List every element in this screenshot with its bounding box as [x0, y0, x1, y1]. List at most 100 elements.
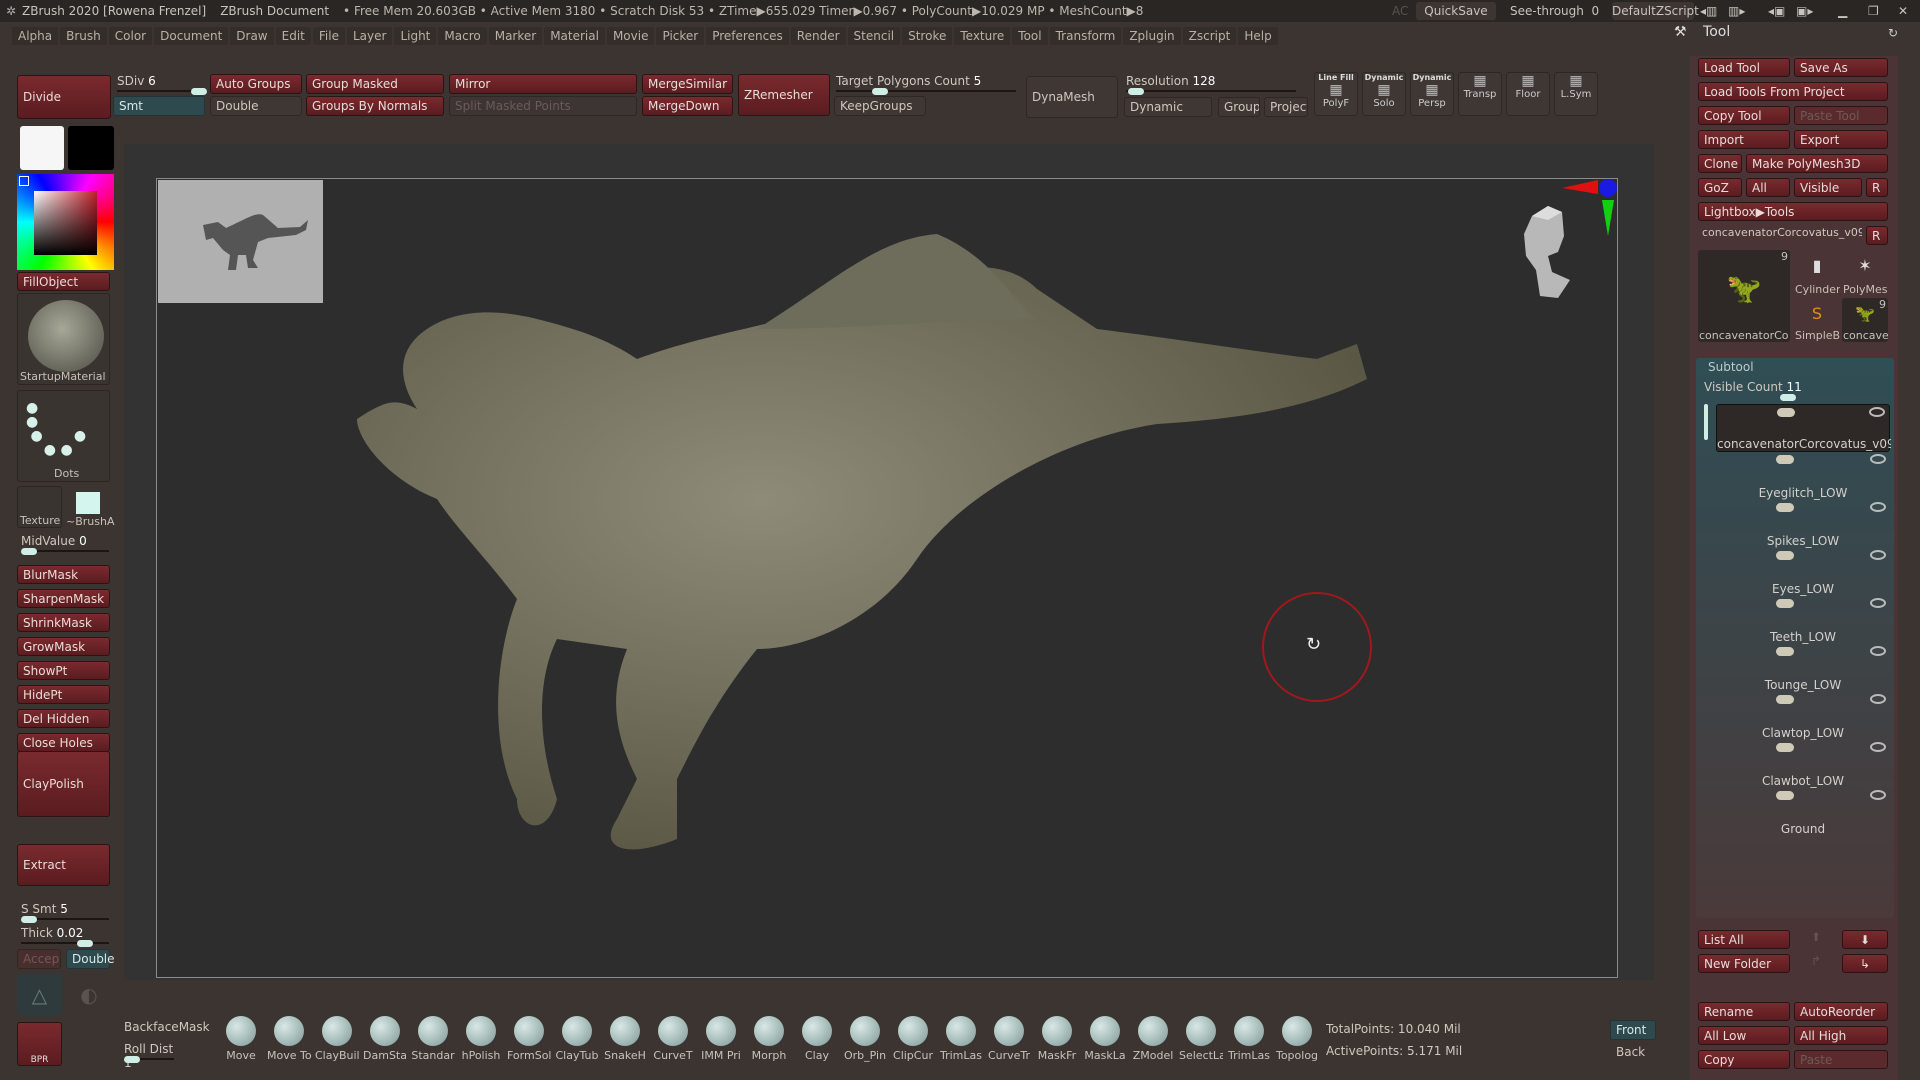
- brush-20[interactable]: SelectLa: [1179, 1016, 1223, 1062]
- lightbox-tools-button[interactable]: Lightbox▶Tools: [1698, 202, 1888, 221]
- brush-4[interactable]: Standar: [411, 1016, 455, 1062]
- menu-transform[interactable]: Transform: [1049, 27, 1122, 45]
- rename-button[interactable]: Rename: [1698, 1002, 1790, 1021]
- move-down-icon[interactable]: ⬇: [1842, 930, 1888, 949]
- brush-15[interactable]: TrimLas: [939, 1016, 983, 1062]
- menu-layer[interactable]: Layer: [346, 27, 393, 45]
- goz-visible-button[interactable]: Visible: [1794, 178, 1862, 197]
- copy-tool-button[interactable]: Copy Tool: [1698, 106, 1790, 125]
- minimize-icon[interactable]: ▁: [1838, 4, 1847, 18]
- menu-light[interactable]: Light: [394, 27, 437, 45]
- triangle-circle-icon[interactable]: △: [17, 974, 62, 1016]
- subtool-item[interactable]: Clawtop_LOW: [1716, 692, 1890, 740]
- menu-stencil[interactable]: Stencil: [847, 27, 901, 45]
- eye-icon[interactable]: [1870, 598, 1886, 608]
- restore-icon[interactable]: ❐: [1868, 4, 1879, 18]
- subtool-polypaint-toggle[interactable]: [1776, 503, 1794, 512]
- document-canvas[interactable]: [156, 178, 1618, 978]
- subtool-polypaint-toggle[interactable]: [1776, 599, 1794, 608]
- stroke-picker[interactable]: ● ● ● ● ● ● Dots: [17, 390, 110, 482]
- zremesher-button[interactable]: ZRemesher: [738, 74, 830, 116]
- accept-button[interactable]: Accept: [17, 949, 61, 969]
- make-polymesh3d-button[interactable]: Make PolyMesh3D: [1746, 154, 1888, 173]
- menu-render[interactable]: Render: [790, 27, 846, 45]
- brush-12[interactable]: Clay: [795, 1016, 839, 1062]
- subtool-item[interactable]: Spikes_LOW: [1716, 500, 1890, 548]
- menu-zscript[interactable]: Zscript: [1182, 27, 1237, 45]
- export-button[interactable]: Export: [1794, 130, 1888, 149]
- goz-all-button[interactable]: All: [1746, 178, 1790, 197]
- floor-button[interactable]: ▦ Floor: [1506, 72, 1550, 116]
- menu-picker[interactable]: Picker: [656, 27, 705, 45]
- brush-18[interactable]: MaskLa: [1083, 1016, 1127, 1062]
- saturation-value-square[interactable]: [34, 191, 97, 255]
- growmask-button[interactable]: GrowMask: [17, 637, 110, 656]
- subtool-scrollbar[interactable]: [1704, 404, 1708, 440]
- eye-icon[interactable]: [1870, 646, 1886, 656]
- front-toggle[interactable]: Front: [1610, 1020, 1656, 1040]
- lsym-button[interactable]: ▦ L.Sym: [1554, 72, 1598, 116]
- paste-subtool-button[interactable]: Paste: [1794, 1050, 1888, 1069]
- project-toggle[interactable]: Project: [1264, 97, 1308, 117]
- eye-icon[interactable]: [1870, 790, 1886, 800]
- tool-thumb-1[interactable]: ▮ Cylinder: [1794, 250, 1840, 296]
- all-low-button[interactable]: All Low: [1698, 1026, 1790, 1045]
- texture-picker[interactable]: Texture: [17, 486, 62, 528]
- eye-icon[interactable]: [1869, 407, 1885, 417]
- goz-r-button[interactable]: R: [1866, 178, 1888, 197]
- subtool-item[interactable]: concavenatorCorcovatus_v09_l: [1716, 404, 1891, 452]
- persp-button[interactable]: Dynamic ▦ Persp: [1410, 72, 1454, 116]
- all-high-button[interactable]: All High: [1794, 1026, 1888, 1045]
- load-tool-button[interactable]: Load Tool: [1698, 58, 1790, 77]
- default-zscript-button[interactable]: DefaultZScript: [1612, 2, 1699, 20]
- subtool-polypaint-toggle[interactable]: [1776, 743, 1794, 752]
- spiral-circle-icon[interactable]: ◐: [68, 974, 110, 1016]
- brush-11[interactable]: Morph: [747, 1016, 791, 1062]
- quicksave-button[interactable]: QuickSave: [1416, 2, 1496, 20]
- brush-6[interactable]: FormSol: [507, 1016, 551, 1062]
- brush-2[interactable]: ClayBuil: [315, 1016, 359, 1062]
- merge-similar-button[interactable]: MergeSimilar: [642, 74, 733, 94]
- menu-texture[interactable]: Texture: [954, 27, 1011, 45]
- close-holes-button[interactable]: Close Holes: [17, 733, 110, 752]
- subtool-item[interactable]: Tounge_LOW: [1716, 644, 1890, 692]
- back-toggle[interactable]: Back: [1610, 1042, 1656, 1062]
- menu-brush[interactable]: Brush: [60, 27, 107, 45]
- tool-thumb-4[interactable]: 9 🦖 concave: [1842, 298, 1888, 342]
- menu-document[interactable]: Document: [154, 27, 229, 45]
- thick-slider[interactable]: Thick 0.02: [21, 926, 109, 947]
- brush-10[interactable]: IMM Pri: [699, 1016, 743, 1062]
- menu-macro[interactable]: Macro: [438, 27, 487, 45]
- sharpenmask-button[interactable]: SharpenMask: [17, 589, 110, 608]
- eye-icon[interactable]: [1870, 694, 1886, 704]
- goz-button[interactable]: GoZ: [1698, 178, 1742, 197]
- dynamic-toggle[interactable]: Dynamic: [1124, 97, 1212, 117]
- material-picker[interactable]: StartupMaterial: [17, 293, 110, 385]
- fill-object-button[interactable]: FillObject: [17, 272, 110, 291]
- secondary-color-swatch[interactable]: [68, 126, 114, 170]
- dynamesh-button[interactable]: DynaMesh: [1026, 76, 1118, 118]
- tool-thumb-0[interactable]: 9 🦖 concavenatorCo: [1698, 250, 1790, 342]
- clone-button[interactable]: Clone: [1698, 154, 1742, 173]
- import-button[interactable]: Import: [1698, 130, 1790, 149]
- eye-icon[interactable]: [1870, 502, 1886, 512]
- eye-icon[interactable]: [1870, 742, 1886, 752]
- subtool-item[interactable]: Clawbot_LOW: [1716, 740, 1890, 788]
- subtool-item[interactable]: Teeth_LOW: [1716, 596, 1890, 644]
- menu-zplugin[interactable]: Zplugin: [1123, 27, 1181, 45]
- subtool-item[interactable]: Eyes_LOW: [1716, 548, 1890, 596]
- load-tools-from-project-button[interactable]: Load Tools From Project: [1698, 82, 1888, 101]
- group-masked-button[interactable]: Group Masked: [306, 74, 444, 94]
- subtool-item[interactable]: Eyeglitch_LOW: [1716, 452, 1890, 500]
- tool-thumb-2[interactable]: ✶ PolyMes: [1842, 250, 1888, 296]
- scroll-left-icon[interactable]: ◂▥: [1700, 4, 1717, 18]
- brush-13[interactable]: Orb_Pin: [843, 1016, 887, 1062]
- color-picker[interactable]: [17, 174, 114, 270]
- claypolish-button[interactable]: ClayPolish: [17, 751, 110, 817]
- brush-14[interactable]: ClipCur: [891, 1016, 935, 1062]
- menu-edit[interactable]: Edit: [275, 27, 311, 45]
- brush-8[interactable]: SnakeH: [603, 1016, 647, 1062]
- merge-down-button[interactable]: MergeDown: [642, 96, 733, 116]
- double-toggle[interactable]: Double: [210, 96, 302, 116]
- target-polygons-slider[interactable]: Target Polygons Count 5: [836, 74, 1016, 95]
